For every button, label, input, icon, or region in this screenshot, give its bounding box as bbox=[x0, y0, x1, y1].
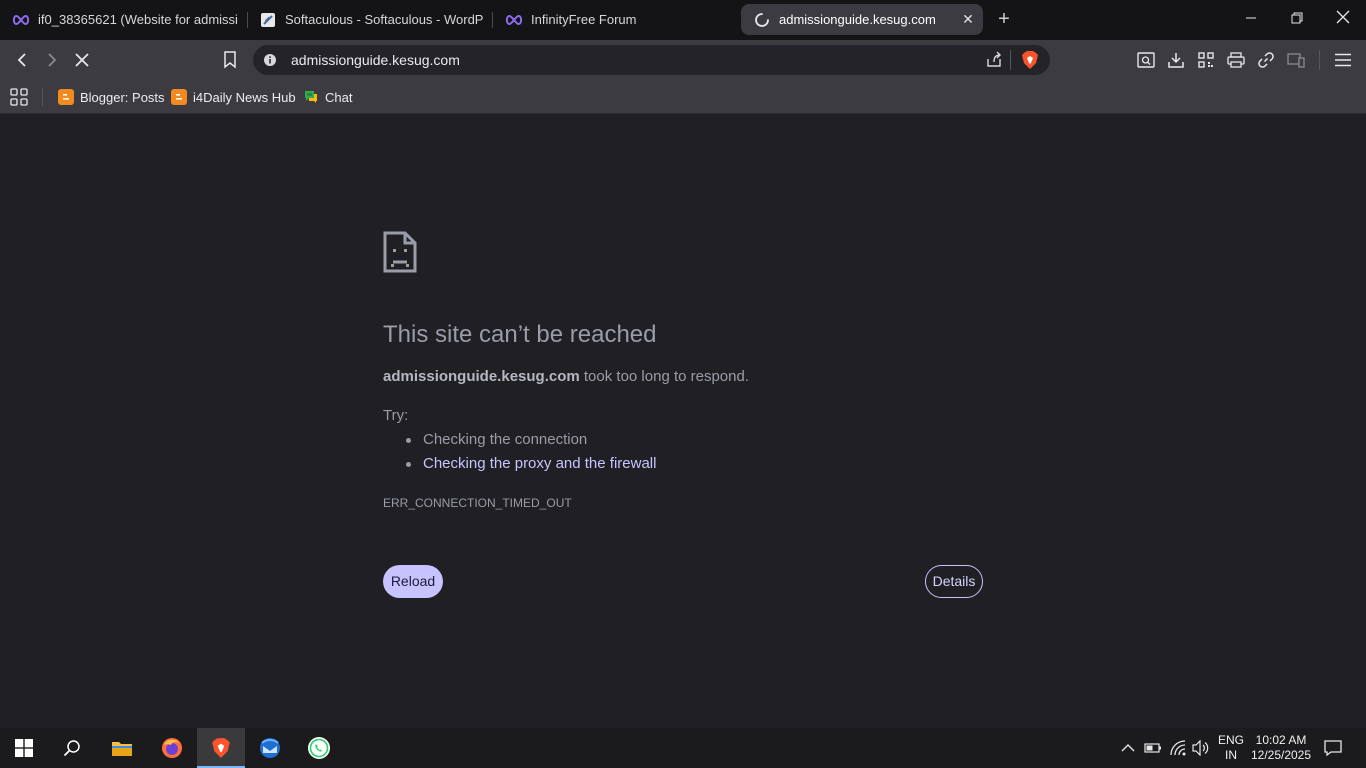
input-language-indicator[interactable]: ENG IN bbox=[1214, 733, 1248, 763]
bookmarks-divider bbox=[42, 88, 43, 106]
tab-separator bbox=[247, 12, 248, 28]
language-code: ENG bbox=[1217, 733, 1244, 747]
battery-icon[interactable] bbox=[1143, 738, 1163, 758]
tab-infinityfree-forum[interactable]: InfinityFree Forum bbox=[505, 4, 725, 35]
error-code: ERR_CONNECTION_TIMED_OUT bbox=[383, 496, 572, 510]
close-tab-icon[interactable]: ✕ bbox=[961, 12, 975, 26]
tab-strip: if0_38365621 (Website for admission Soft… bbox=[0, 0, 1366, 40]
bookmark-chat[interactable]: Chat bbox=[303, 87, 352, 107]
download-icon[interactable] bbox=[1164, 48, 1188, 72]
volume-icon[interactable] bbox=[1191, 738, 1211, 758]
bookmark-label: i4Daily News Hub bbox=[193, 89, 296, 105]
omnibox-divider bbox=[1010, 50, 1011, 70]
site-info-icon[interactable] bbox=[263, 53, 277, 72]
restore-button[interactable] bbox=[1287, 10, 1307, 30]
try-label: Try: bbox=[383, 407, 409, 424]
tab-label: admissionguide.kesug.com bbox=[779, 12, 936, 27]
suggestion-check-connection: Checking the connection bbox=[405, 431, 588, 448]
tab-separator bbox=[492, 12, 493, 28]
error-page: This site can’t be reached admissionguid… bbox=[0, 115, 1366, 728]
thunderbird-icon[interactable] bbox=[246, 728, 294, 768]
bookmark-i4daily-news-hub[interactable]: i4Daily News Hub bbox=[171, 87, 296, 107]
details-button[interactable]: Details bbox=[925, 565, 983, 598]
infinity-icon bbox=[12, 11, 30, 29]
tab-label: InfinityFree Forum bbox=[531, 12, 637, 27]
forward-button[interactable] bbox=[40, 48, 64, 72]
back-button[interactable] bbox=[10, 48, 34, 72]
clock-date: 12/25/2025 bbox=[1250, 748, 1312, 762]
softaculous-icon bbox=[259, 11, 277, 29]
notifications-icon[interactable] bbox=[1323, 738, 1343, 758]
apps-grid-icon[interactable] bbox=[10, 87, 28, 107]
firefox-icon[interactable] bbox=[148, 728, 196, 768]
new-tab-button[interactable]: + bbox=[994, 9, 1014, 30]
print-icon[interactable] bbox=[1224, 48, 1248, 72]
bookmark-icon[interactable] bbox=[218, 48, 242, 72]
wifi-icon[interactable] bbox=[1168, 738, 1188, 758]
minimize-button[interactable] bbox=[1241, 10, 1261, 30]
tab-website-admission[interactable]: if0_38365621 (Website for admission bbox=[12, 4, 238, 35]
toolbar-divider bbox=[1319, 50, 1320, 70]
bookmark-label: Blogger: Posts bbox=[80, 89, 165, 105]
chevron-up-icon[interactable] bbox=[1118, 738, 1138, 758]
error-message: admissionguide.kesug.com took too long t… bbox=[383, 368, 749, 385]
share-icon[interactable] bbox=[985, 51, 1003, 74]
tab-label: Softaculous - Softaculous - WordPres bbox=[285, 12, 483, 27]
stop-loading-button[interactable] bbox=[70, 48, 94, 72]
copy-link-icon[interactable] bbox=[1254, 48, 1278, 72]
search-tab-icon[interactable] bbox=[1134, 48, 1158, 72]
region-code: IN bbox=[1225, 748, 1237, 762]
clock-time: 10:02 AM bbox=[1255, 733, 1307, 747]
error-host: admissionguide.kesug.com bbox=[383, 368, 580, 385]
start-button[interactable] bbox=[0, 728, 48, 768]
cast-device-icon[interactable] bbox=[1284, 48, 1308, 72]
infinity-icon bbox=[505, 11, 523, 29]
file-explorer-icon[interactable] bbox=[98, 728, 146, 768]
bookmarks-bar: Blogger: Posts i4Daily News Hub Chat bbox=[0, 80, 1366, 114]
brave-shields-icon[interactable] bbox=[1021, 50, 1039, 75]
tab-label: if0_38365621 (Website for admission bbox=[38, 12, 238, 27]
sad-document-icon bbox=[383, 231, 417, 278]
address-bar[interactable]: admissionguide.kesug.com bbox=[253, 45, 1050, 75]
windows-taskbar: ENG IN 10:02 AM 12/25/2025 bbox=[0, 728, 1366, 768]
loading-spinner-icon bbox=[753, 11, 771, 29]
tab-softaculous[interactable]: Softaculous - Softaculous - WordPres bbox=[259, 4, 483, 35]
error-message-text: took too long to respond. bbox=[579, 368, 750, 385]
bookmark-label: Chat bbox=[325, 89, 353, 105]
google-chat-icon bbox=[303, 89, 319, 105]
tab-admissionguide[interactable]: admissionguide.kesug.com ✕ bbox=[741, 4, 983, 35]
bookmark-blogger-posts[interactable]: Blogger: Posts bbox=[58, 87, 165, 107]
suggestion-check-proxy-firewall-link[interactable]: Checking the proxy and the firewall bbox=[405, 455, 656, 472]
error-title: This site can’t be reached bbox=[383, 321, 657, 348]
clock[interactable]: 10:02 AM 12/25/2025 bbox=[1248, 733, 1314, 763]
search-icon[interactable] bbox=[48, 728, 96, 768]
brave-taskbar-icon[interactable] bbox=[197, 728, 245, 768]
qr-code-icon[interactable] bbox=[1194, 48, 1218, 72]
blogger-icon bbox=[171, 89, 187, 105]
menu-icon[interactable] bbox=[1331, 48, 1355, 72]
url-text: admissionguide.kesug.com bbox=[291, 52, 460, 68]
blogger-icon bbox=[58, 89, 74, 105]
reload-button[interactable]: Reload bbox=[383, 565, 443, 598]
close-window-button[interactable] bbox=[1333, 10, 1353, 30]
whatsapp-icon[interactable] bbox=[295, 728, 343, 768]
